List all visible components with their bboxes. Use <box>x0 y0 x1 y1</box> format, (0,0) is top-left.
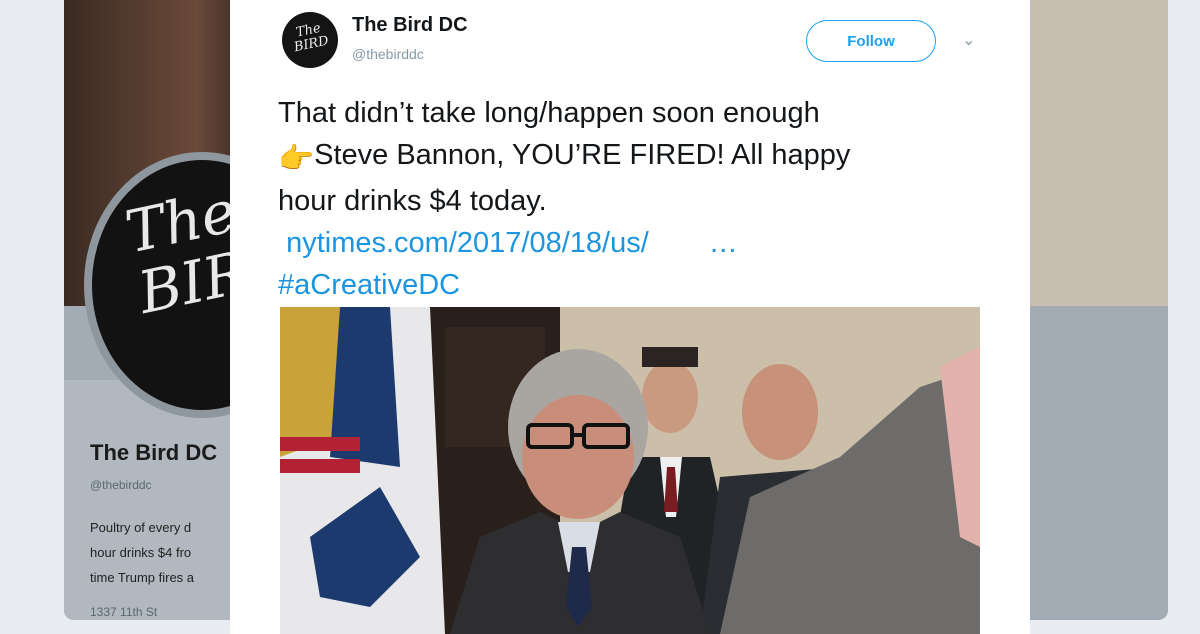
tweet-text-line-2: 👉Steve Bannon, YOU’RE FIRED! All happy <box>278 134 978 180</box>
tweet-hashtag-line: #aCreativeDC <box>278 264 978 306</box>
tweet-text: That didn’t take long/happen soon enough… <box>278 92 978 306</box>
tweet-hashtag[interactable]: #aCreativeDC <box>278 269 460 301</box>
tweet-text-line-3: hour drinks $4 today. <box>278 185 547 217</box>
tweet-text-line-1: That didn’t take long/happen soon enough <box>278 97 820 129</box>
profile-location: 1337 11th St <box>90 605 158 619</box>
tweet-text-line-2-text: Steve Bannon, YOU’RE FIRED! All happy <box>314 139 851 171</box>
avatar-logo: The BIRD <box>292 20 330 56</box>
follow-button[interactable]: Follow <box>806 20 936 62</box>
tweet-photo[interactable] <box>280 307 980 634</box>
tweet-display-name[interactable]: The Bird DC <box>352 14 468 37</box>
tweet-avatar[interactable]: The BIRD <box>282 12 338 68</box>
photo-illustration <box>280 307 980 634</box>
profile-bio: Poultry of every d hour drinks $4 fro ti… <box>90 520 195 585</box>
tweet-link[interactable]: nytimes.com/2017/08/18/us/ <box>286 227 649 259</box>
chevron-down-icon[interactable]: ⌄ <box>962 30 975 50</box>
pointing-hand-icon: 👉 <box>278 143 315 175</box>
profile-handle[interactable]: @thebirddc <box>90 478 152 492</box>
tweet-handle[interactable]: @thebirddc <box>352 46 424 62</box>
tweet-link-line: nytimes.com/2017/08/18/us/ … <box>278 222 978 264</box>
profile-banner-art <box>1028 0 1168 306</box>
profile-name: The Bird DC <box>90 440 218 465</box>
tweet-card: The BIRD The Bird DC @thebirddc Follow ⌄… <box>230 0 1030 634</box>
link-ellipsis: … <box>708 227 738 259</box>
